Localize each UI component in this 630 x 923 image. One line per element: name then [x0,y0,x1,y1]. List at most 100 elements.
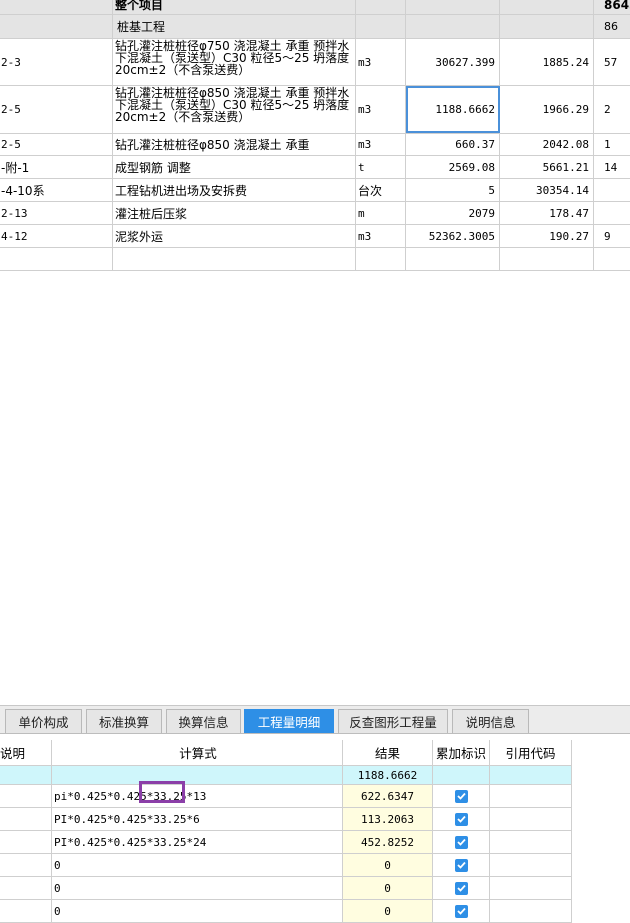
detail-row[interactable]: 0 0 [0,877,572,900]
tab-reverse-graphic-quantity[interactable]: 反查图形工程量 [338,709,448,733]
accumulate-checkbox[interactable] [454,881,468,895]
item-total: 2 [604,103,611,116]
item-row[interactable]: 2-5 钻孔灌注桩桩径φ850 浇混凝土 承重 m3 660.37 2042.0… [0,134,630,156]
detail-total-row[interactable]: 1188.6662 [0,766,572,785]
accumulate-checkbox[interactable] [454,789,468,803]
header-expression[interactable]: 计算式 [52,740,343,765]
item-row[interactable]: -附-1 成型钢筋 调整 t 2569.08 5661.21 14 [0,156,630,179]
item-code: -4-10系 [0,179,113,201]
group-name: 桩基工程 [113,15,356,38]
cell-result: 0 [343,900,433,922]
cell-unit [356,15,406,38]
cell-description[interactable] [0,854,52,876]
cell-expression[interactable]: 0 [52,854,343,876]
detail-row[interactable]: 0 0 [0,900,572,923]
accumulate-checkbox[interactable] [454,858,468,872]
cell-description[interactable] [0,785,52,807]
project-total: 8645 [604,0,630,12]
item-total: 57 [604,55,618,69]
accumulate-checkbox[interactable] [454,904,468,918]
item-unit: m [356,202,406,224]
grid-header-row[interactable]: 整个项目 8645 [0,0,630,15]
item-unit: m3 [356,39,406,85]
item-name: 泥浆外运 [113,225,356,247]
item-unit: t [356,156,406,178]
item-price: 30354.14 [500,179,594,201]
item-qty: 2079 [406,202,500,224]
cell-accumulate [433,854,490,876]
item-total [594,179,630,201]
cell-ref-code [490,766,572,784]
item-row[interactable]: 2-3 钻孔灌注桩桩径φ750 浇混凝土 承重 预拌水下混凝土（泵送型）C30 … [0,39,630,86]
tab-unit-price-composition[interactable]: 单价构成 [5,709,82,733]
item-qty: 2569.08 [406,156,500,178]
cell-description[interactable] [0,831,52,853]
item-name: 钻孔灌注桩桩径φ850 浇混凝土 承重 预拌水下混凝土（泵送型）C30 粒径5～… [113,86,356,133]
header-result[interactable]: 结果 [343,740,433,765]
item-code [0,248,113,270]
item-name: 钻孔灌注桩桩径φ850 浇混凝土 承重 [113,134,356,155]
item-unit [356,248,406,270]
detail-row[interactable]: pi*0.425*0.425*33.25*13 622.6347 [0,785,572,808]
item-total [594,202,630,224]
cell-description[interactable] [0,877,52,899]
tab-conversion-info[interactable]: 换算信息 [166,709,241,733]
item-name: 钻孔灌注桩桩径φ750 浇混凝土 承重 预拌水下混凝土（泵送型）C30 粒径5～… [113,39,356,85]
cell-result: 113.2063 [343,808,433,830]
detail-tab-bar: 单价构成 标准换算 换算信息 工程量明细 反查图形工程量 说明信息 [0,705,630,734]
cell-description[interactable] [0,808,52,830]
cell-accumulate [433,877,490,899]
detail-row[interactable]: PI*0.425*0.425*33.25*6 113.2063 [0,808,572,831]
empty-row[interactable] [0,248,630,271]
cell-price [500,15,594,38]
tab-description-info[interactable]: 说明信息 [452,709,529,733]
group-row[interactable]: 桩基工程 86 [0,15,630,39]
item-qty-selected[interactable]: 1188.6662 [406,86,500,133]
accumulate-checkbox[interactable] [454,812,468,826]
item-row[interactable]: 2-5 钻孔灌注桩桩径φ850 浇混凝土 承重 预拌水下混凝土（泵送型）C30 … [0,86,630,134]
item-name: 成型钢筋 调整 [113,156,356,178]
header-ref-code[interactable]: 引用代码 [490,740,572,765]
item-row[interactable]: 4-12 泥浆外运 m3 52362.3005 190.27 9 [0,225,630,248]
cell-ref-code[interactable] [490,900,572,922]
item-qty: 5 [406,179,500,201]
cell-ref-code[interactable] [490,785,572,807]
cell-description [0,766,52,784]
item-code: 2-13 [0,202,113,224]
item-row[interactable]: 2-13 灌注桩后压浆 m 2079 178.47 [0,202,630,225]
cell-ref-code[interactable] [490,808,572,830]
cell-expression[interactable]: 0 [52,877,343,899]
cell-expression[interactable]: PI*0.425*0.425*33.25*6 [52,808,343,830]
detail-row[interactable]: PI*0.425*0.425*33.25*24 452.8252 [0,831,572,854]
cell-ref-code[interactable] [490,877,572,899]
cell-ref-code[interactable] [490,831,572,853]
item-total: 1 [604,138,611,151]
cell-ref-code[interactable] [490,854,572,876]
item-qty [406,248,500,270]
cell-price [500,0,594,14]
item-name [113,248,356,270]
cell-description[interactable] [0,900,52,922]
tab-quantity-detail[interactable]: 工程量明细 [244,709,334,733]
cell-unit [356,0,406,14]
detail-row[interactable]: 0 0 [0,854,572,877]
header-accumulate[interactable]: 累加标识 [433,740,490,765]
cell-expression[interactable]: pi*0.425*0.425*33.25*13 [52,785,343,807]
item-price: 1966.29 [500,86,594,133]
tab-standard-conversion[interactable]: 标准换算 [86,709,162,733]
header-description[interactable]: 说明 [0,740,52,765]
cell-accumulate [433,831,490,853]
item-row[interactable]: -4-10系 工程钻机进出场及安拆费 台次 5 30354.14 [0,179,630,202]
cell-result: 452.8252 [343,831,433,853]
item-code: -附-1 [0,156,113,178]
cell-result: 0 [343,877,433,899]
highlight-annotation-box [139,781,185,803]
detail-header-row: 说明 计算式 结果 累加标识 引用代码 [0,740,572,766]
cell-expression[interactable]: 0 [52,900,343,922]
item-code: 4-12 [0,225,113,247]
cell-qty [406,15,500,38]
accumulate-checkbox[interactable] [454,835,468,849]
item-price: 5661.21 [500,156,594,178]
cell-expression[interactable]: PI*0.425*0.425*33.25*24 [52,831,343,853]
item-unit: m3 [356,86,406,133]
